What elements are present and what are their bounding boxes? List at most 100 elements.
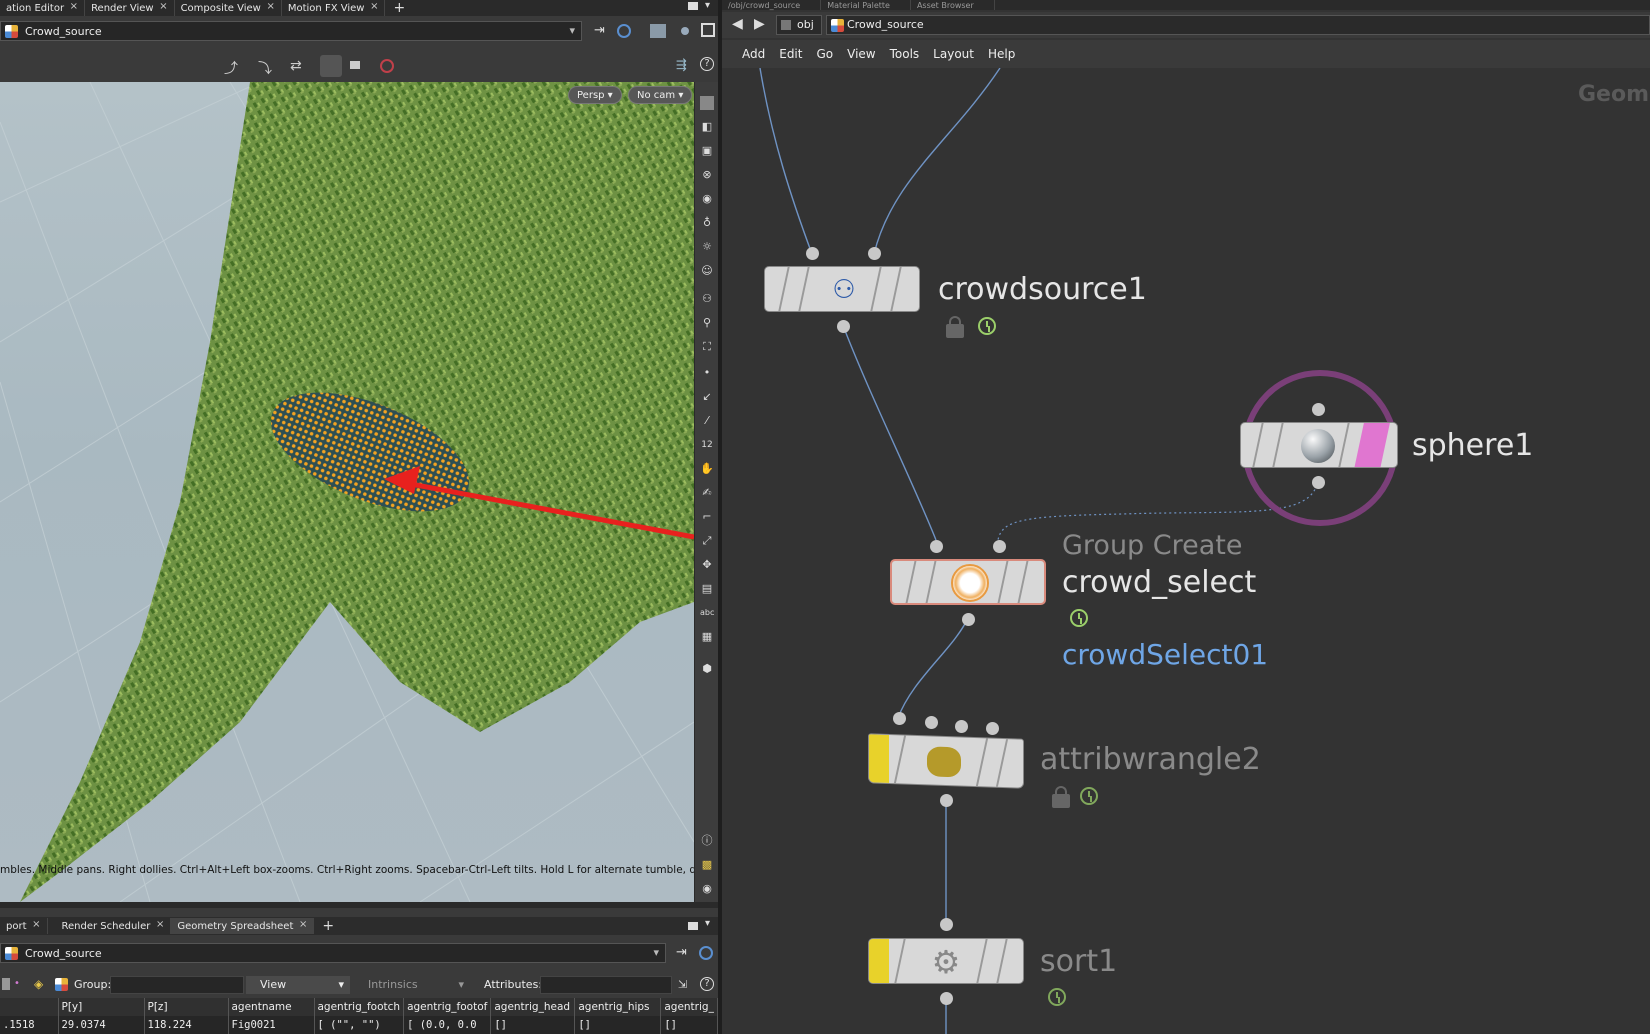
close-icon[interactable]: × [266, 1, 274, 12]
column-header[interactable]: P[y] [58, 998, 145, 1016]
node-name-sphere1[interactable]: sphere1 [1412, 428, 1533, 463]
tab-motion-fx-view[interactable]: Motion FX View × [282, 0, 386, 16]
3d-viewport[interactable] [0, 82, 694, 902]
display-normals-icon[interactable]: ⚲ [700, 316, 714, 330]
tab-geometry-spreadsheet[interactable]: Geometry Spreadsheet × [171, 918, 315, 934]
tab-animation-editor[interactable]: ation Editor × [0, 0, 86, 16]
pivot-icon[interactable]: ✥ [700, 558, 714, 572]
chevron-down-icon[interactable]: ▾ [705, 918, 710, 929]
menu-edit[interactable]: Edit [779, 47, 802, 61]
help-icon[interactable]: ? [700, 57, 714, 71]
help-icon[interactable]: ? [700, 977, 714, 991]
numbers-icon[interactable]: 12 [700, 438, 714, 452]
display-points-icon[interactable]: ⚇ [700, 292, 714, 306]
input-connector[interactable] [993, 540, 1006, 553]
column-header[interactable]: agentrig_footof [403, 998, 492, 1016]
visibility-icon[interactable]: ⬢ [700, 662, 714, 676]
snapshot-icon[interactable] [681, 27, 689, 35]
input-connector[interactable] [986, 722, 999, 735]
eye-icon[interactable]: ◉ [700, 882, 714, 896]
menu-view[interactable]: View [847, 47, 875, 61]
menu-go[interactable]: Go [816, 47, 833, 61]
back-arrow-icon[interactable]: ◀ [732, 16, 743, 32]
menu-layout[interactable]: Layout [933, 47, 974, 61]
input-connector[interactable] [868, 247, 881, 260]
node-crowd-select[interactable] [890, 559, 1046, 605]
vertices-mode-icon[interactable]: • [14, 978, 20, 989]
spreadsheet-path-field[interactable]: Crowd_source ▾ [0, 943, 666, 963]
tab-render-scheduler[interactable]: Render Scheduler × [48, 918, 172, 934]
stop-icon[interactable] [380, 59, 394, 73]
input-connector[interactable] [806, 247, 819, 260]
move-tool-icon[interactable]: ⤵ [258, 58, 272, 78]
pin-icon[interactable]: ⇥ [594, 23, 605, 38]
display-options-icon[interactable] [650, 24, 666, 38]
lock-icon[interactable] [946, 316, 964, 338]
node-name-attribwrangle2[interactable]: attribwrangle2 [1040, 742, 1261, 777]
node-name-crowdsource1[interactable]: crowdsource1 [938, 272, 1147, 307]
lock-icon[interactable] [1052, 786, 1070, 808]
column-header[interactable]: agentrig_ [660, 998, 718, 1016]
close-icon[interactable]: × [370, 1, 378, 12]
path-field[interactable]: Crowd_source ▾ [0, 21, 582, 41]
output-connector[interactable] [962, 613, 975, 626]
input-connector[interactable] [925, 716, 938, 729]
menu-help[interactable]: Help [988, 47, 1015, 61]
attributes-field[interactable] [540, 976, 672, 994]
hull-icon[interactable]: ✍ [700, 486, 714, 500]
table-row[interactable]: .1518 29.0374 118.224 Fig0021 [ ("", "")… [0, 1016, 718, 1034]
node-crowdsource1[interactable]: ⚇ [764, 266, 920, 312]
chevron-down-icon[interactable]: ▾ [705, 0, 710, 11]
tab-render-view[interactable]: Render View × [85, 0, 175, 16]
chevron-down-icon[interactable]: ▾ [653, 946, 659, 959]
chevron-down-icon[interactable]: ▾ [569, 24, 575, 37]
output-connector[interactable] [940, 794, 953, 807]
persp-menu-button[interactable]: Persp ▾ [568, 86, 622, 104]
render-flag[interactable] [1354, 423, 1390, 467]
snap-toggle-icon[interactable] [320, 55, 342, 77]
forward-arrow-icon[interactable]: ▶ [754, 16, 765, 32]
tab-viewport[interactable]: port × [0, 918, 48, 934]
ghost-icon[interactable]: ⊗ [700, 168, 714, 182]
camera-view-icon[interactable]: ◉ [700, 192, 714, 206]
column-header[interactable]: agentrig_head [490, 998, 576, 1016]
grid-layout-icon[interactable]: ▩ [700, 858, 714, 872]
column-header[interactable]: agentname [228, 998, 315, 1016]
node-name-sort1[interactable]: sort1 [1040, 944, 1117, 979]
geometry-view-icon[interactable] [350, 61, 360, 69]
close-icon[interactable]: × [159, 1, 167, 12]
lock-icon[interactable]: ▣ [700, 144, 714, 158]
breadcrumb-obj[interactable]: obj [776, 15, 822, 35]
display-flag[interactable] [869, 734, 889, 784]
network-link-icon[interactable] [699, 946, 713, 960]
bulb-icon[interactable]: ☼ [700, 240, 714, 254]
box-icon[interactable]: ▤ [700, 582, 714, 596]
column-header[interactable]: agentrig_hips [574, 998, 662, 1016]
pane-splitter[interactable] [0, 902, 722, 908]
camera-menu-button[interactable]: No cam ▾ [628, 86, 693, 104]
column-options-icon[interactable]: ⇲ [678, 978, 687, 991]
maximize-icon[interactable] [701, 23, 715, 37]
node-sort1[interactable]: ⚙ [868, 938, 1024, 984]
input-connector[interactable] [930, 540, 943, 553]
menu-tools[interactable]: Tools [890, 47, 920, 61]
input-connector[interactable] [955, 720, 968, 733]
add-tab-icon[interactable]: + [314, 918, 342, 934]
tab-material-palette[interactable]: Material Palette [821, 0, 911, 10]
node-sphere1[interactable] [1240, 422, 1398, 468]
image-icon[interactable]: ▦ [700, 630, 714, 644]
layout-icon[interactable]: ⇶ [676, 58, 687, 73]
transform-icon[interactable]: ⤢ [700, 534, 714, 548]
display-flag[interactable] [869, 939, 889, 983]
points-mode-icon[interactable] [2, 978, 10, 990]
rotate-tool-icon[interactable]: ⇄ [290, 58, 302, 74]
tab-asset-browser[interactable]: Asset Browser [911, 0, 995, 10]
group-field[interactable] [110, 976, 244, 994]
input-connector[interactable] [940, 918, 953, 931]
column-header[interactable] [0, 998, 59, 1016]
detail-mode-icon[interactable] [55, 978, 68, 991]
point-icon[interactable]: • [700, 366, 714, 380]
uv-icon[interactable]: ✋ [700, 462, 714, 476]
output-connector[interactable] [837, 320, 850, 333]
output-connector[interactable] [940, 992, 953, 1005]
